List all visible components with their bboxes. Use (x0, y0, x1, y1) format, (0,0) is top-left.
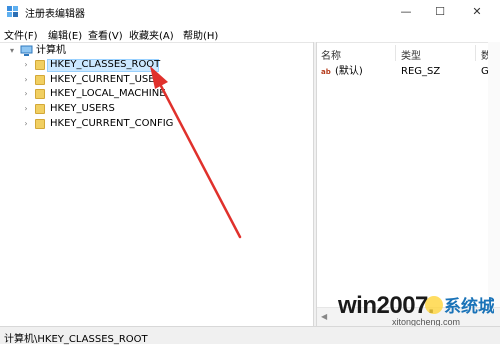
string-value-icon: ab (321, 68, 331, 76)
watermark-logo: 系统城 (424, 292, 495, 318)
value-row[interactable]: ab (默认) REG_SZ Gac (317, 65, 500, 79)
scroll-left-icon[interactable]: ◀ (321, 312, 327, 321)
column-header-type[interactable]: 类型 (401, 47, 421, 62)
values-pane[interactable]: 名称 类型 数据 ab (默认) REG_SZ Gac (317, 42, 500, 327)
status-bar: 计算机\HKEY_CLASSES_ROOT (0, 326, 500, 345)
vertical-scrollbar[interactable] (488, 42, 500, 326)
svg-text:系统城: 系统城 (444, 296, 494, 317)
watermark-text: win2007. (338, 292, 435, 319)
column-header-name[interactable]: 名称 (321, 47, 341, 62)
value-type: REG_SZ (401, 66, 441, 77)
status-path: 计算机\HKEY_CLASSES_ROOT (4, 334, 148, 345)
column-divider[interactable] (395, 45, 396, 61)
column-divider[interactable] (475, 45, 476, 61)
value-name: (默认) (335, 66, 363, 77)
